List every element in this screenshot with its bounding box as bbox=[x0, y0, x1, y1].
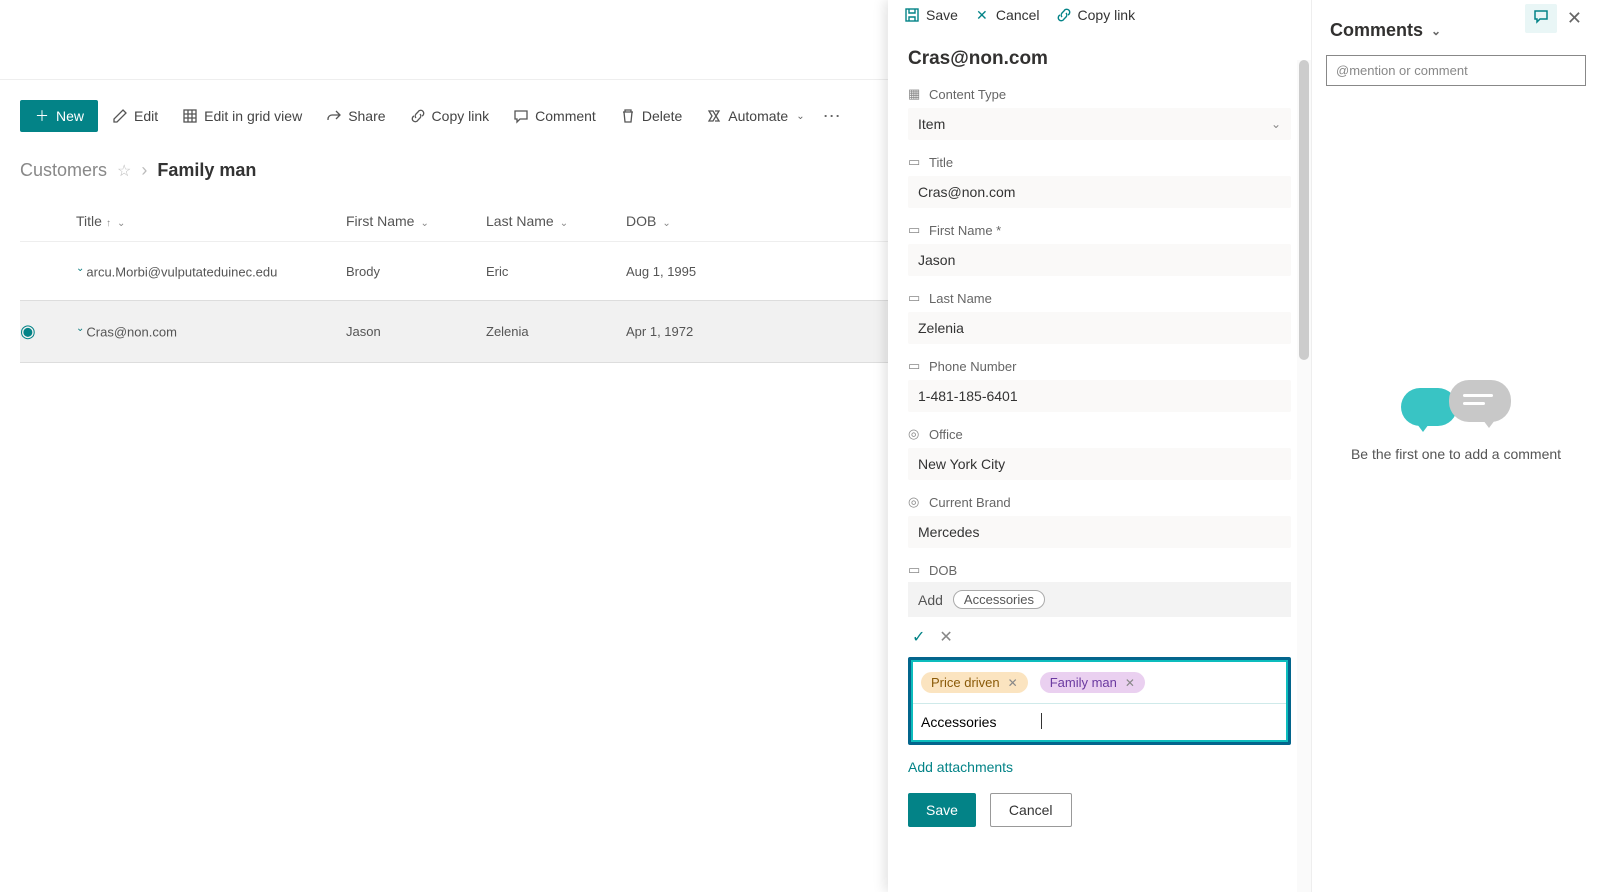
brand-field[interactable]: Mercedes bbox=[908, 516, 1291, 548]
link-icon bbox=[1056, 7, 1072, 23]
edit-grid-button[interactable]: Edit in grid view bbox=[172, 102, 312, 130]
first-name-field[interactable]: Jason bbox=[908, 244, 1291, 276]
item-title: Cras@non.com bbox=[908, 48, 1291, 70]
edit-button[interactable]: Edit bbox=[102, 102, 168, 130]
save-button[interactable]: Save bbox=[908, 793, 976, 827]
remove-tag-icon[interactable]: ✕ bbox=[1008, 676, 1018, 690]
chevron-down-icon: ⌄ bbox=[1271, 117, 1281, 131]
text-field-icon: ▭ bbox=[908, 358, 922, 374]
tag-pill[interactable]: Family man✕ bbox=[1040, 672, 1145, 693]
new-button[interactable]: ＋ New bbox=[20, 100, 98, 132]
tag-input[interactable] bbox=[913, 704, 1286, 740]
panel-save-button[interactable]: Save bbox=[904, 7, 958, 23]
tag-pill[interactable]: Price driven✕ bbox=[921, 672, 1028, 693]
panel-copylink-button[interactable]: Copy link bbox=[1056, 7, 1136, 23]
breadcrumb-leaf: Family man bbox=[157, 160, 256, 181]
col-last-name[interactable]: Last Name⌄ bbox=[486, 213, 626, 229]
chevron-down-icon: ⌄ bbox=[420, 218, 428, 229]
last-name-field[interactable]: Zelenia bbox=[908, 312, 1291, 344]
chevron-down-icon: ⌄ bbox=[796, 111, 804, 122]
col-first-name[interactable]: First Name⌄ bbox=[346, 213, 486, 229]
share-icon bbox=[326, 108, 342, 124]
suggested-tag-chip[interactable]: Accessories bbox=[953, 590, 1045, 609]
delete-button[interactable]: Delete bbox=[610, 102, 692, 130]
pencil-icon bbox=[112, 108, 128, 124]
content-type-select[interactable]: Item⌄ bbox=[908, 108, 1291, 140]
confirm-check-icon[interactable]: ✓ bbox=[912, 627, 925, 647]
star-icon[interactable]: ☆ bbox=[117, 161, 131, 181]
choice-icon: ◎ bbox=[908, 426, 922, 442]
link-indicator-icon: ⌄ bbox=[76, 263, 84, 274]
text-field-icon: ▭ bbox=[908, 154, 922, 170]
tag-suggestion-bar[interactable]: Add Accessories bbox=[908, 582, 1291, 617]
chevron-down-icon: ⌄ bbox=[117, 218, 125, 229]
check-circle-icon[interactable]: ◉ bbox=[20, 321, 36, 341]
content-type-icon: ▦ bbox=[908, 86, 922, 102]
plus-icon: ＋ bbox=[34, 108, 50, 124]
phone-field[interactable]: 1-481-185-6401 bbox=[908, 380, 1291, 412]
remove-tag-icon[interactable]: ✕ bbox=[1125, 676, 1135, 690]
cancel-button[interactable]: Cancel bbox=[990, 793, 1072, 827]
tag-editor: Price driven✕ Family man✕ bbox=[908, 657, 1291, 745]
scrollbar[interactable] bbox=[1297, 60, 1311, 892]
comments-toggle-icon[interactable] bbox=[1525, 4, 1557, 33]
comment-button[interactable]: Comment bbox=[503, 102, 606, 130]
breadcrumb-root[interactable]: Customers bbox=[20, 160, 107, 181]
choice-icon: ◎ bbox=[908, 494, 922, 510]
panel-cancel-button[interactable]: ✕ Cancel bbox=[974, 7, 1040, 23]
link-indicator-icon: ⌄ bbox=[76, 323, 84, 334]
comment-icon bbox=[513, 108, 529, 124]
col-title[interactable]: Title↑⌄ bbox=[76, 213, 346, 229]
title-field[interactable]: Cras@non.com bbox=[908, 176, 1291, 208]
save-icon bbox=[904, 7, 920, 23]
text-field-icon: ▭ bbox=[908, 290, 922, 306]
office-field[interactable]: New York City bbox=[908, 448, 1291, 480]
automate-button[interactable]: Automate ⌄ bbox=[696, 102, 814, 130]
chevron-right-icon: › bbox=[141, 160, 147, 181]
new-label: New bbox=[56, 108, 84, 124]
copy-link-button[interactable]: Copy link bbox=[400, 102, 500, 130]
chevron-down-icon: ⌄ bbox=[662, 218, 670, 229]
close-panel-icon[interactable]: ✕ bbox=[1557, 4, 1592, 33]
chevron-down-icon: ⌄ bbox=[1431, 24, 1441, 38]
grid-icon bbox=[182, 108, 198, 124]
trash-icon bbox=[620, 108, 636, 124]
text-field-icon: ▭ bbox=[908, 222, 922, 238]
comment-input[interactable]: @mention or comment bbox=[1326, 55, 1586, 86]
confirm-x-icon[interactable]: ✕ bbox=[939, 627, 952, 647]
col-dob[interactable]: DOB⌄ bbox=[626, 213, 776, 229]
chevron-down-icon: ⌄ bbox=[560, 218, 568, 229]
sort-asc-icon: ↑ bbox=[106, 218, 111, 229]
form-body: Cras@non.com ▦Content Type Item⌄ ▭Title … bbox=[888, 30, 1311, 892]
form-pane: Save ✕ Cancel Copy link Cras@non.com ▦Co… bbox=[888, 0, 1312, 892]
link-icon bbox=[410, 108, 426, 124]
item-panel: Save ✕ Cancel Copy link Cras@non.com ▦Co… bbox=[888, 0, 1600, 892]
speech-bubbles-icon bbox=[1401, 380, 1511, 430]
panel-toolbar: Save ✕ Cancel Copy link bbox=[888, 0, 1311, 30]
add-attachments-link[interactable]: Add attachments bbox=[908, 759, 1291, 775]
date-icon: ▭ bbox=[908, 562, 922, 578]
comments-pane: ✕ Comments ⌄ @mention or comment Be the … bbox=[1312, 0, 1600, 892]
overflow-button[interactable]: ⋯ bbox=[819, 106, 845, 127]
flow-icon bbox=[706, 108, 722, 124]
comments-empty-state: Be the first one to add a comment bbox=[1312, 90, 1600, 892]
share-button[interactable]: Share bbox=[316, 102, 395, 130]
x-icon: ✕ bbox=[974, 7, 990, 23]
